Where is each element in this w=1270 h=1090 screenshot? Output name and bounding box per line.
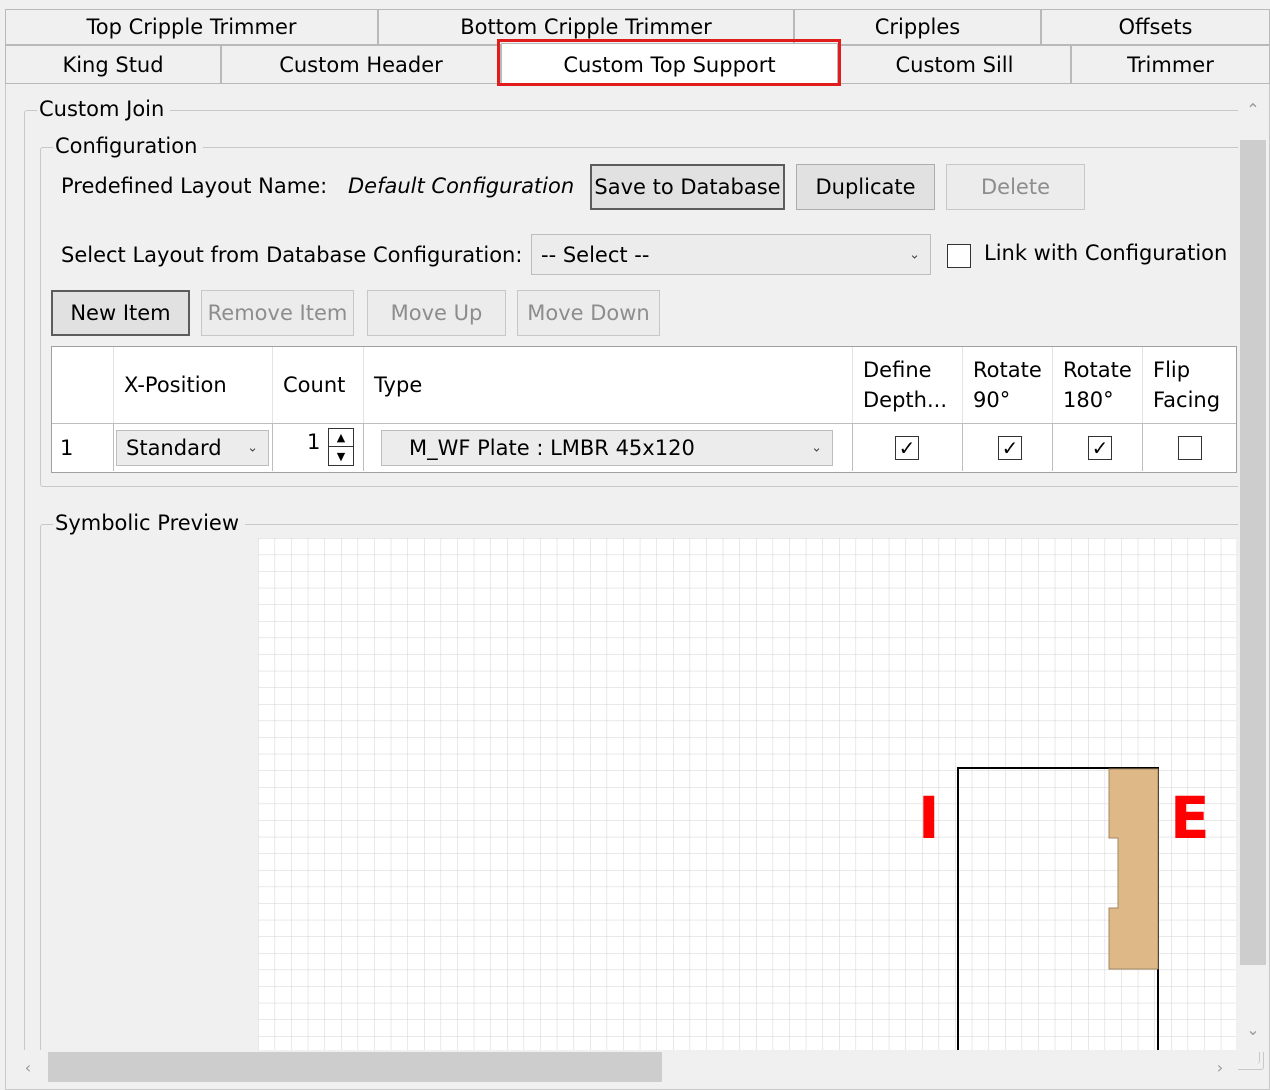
scroll-right-icon[interactable]: › [1202,1050,1238,1084]
tab-label: Custom Header [279,52,443,77]
header-line: Depth... [863,388,947,412]
header-rotate-180[interactable]: Rotate 180° [1053,347,1143,423]
move-down-button[interactable]: Move Down [517,290,660,336]
stepper-down-icon[interactable]: ▼ [329,447,353,465]
row-header-corner [52,347,114,423]
select-layout-dropdown[interactable]: -- Select -- ⌄ [531,234,931,275]
predefined-layout-label: Predefined Layout Name: [61,174,328,198]
tab-offsets[interactable]: Offsets [1041,9,1270,45]
active-tab-highlight [497,39,841,86]
tab-king-stud[interactable]: King Stud [5,45,221,84]
scroll-up-icon[interactable]: ⌃ [1238,92,1268,126]
header-line: 180° [1063,388,1114,412]
count-cell: 1 ▲ ▼ [273,423,364,471]
header-line: Rotate [1063,358,1132,382]
tab-label: Offsets [1118,15,1193,39]
row-index: 1 [52,423,114,471]
vertical-scrollbar[interactable]: ⌃ ⌄ [1238,92,1268,1052]
tab-label: Top Cripple Trimmer [86,15,297,39]
link-with-configuration-label: Link with Configuration [984,241,1228,265]
items-table[interactable]: X-Position Count Type Define Depth... Ro… [51,346,1237,473]
horizontal-scroll-thumb[interactable] [48,1052,662,1082]
chevron-down-icon: ⌄ [811,440,822,456]
link-with-configuration-checkbox[interactable] [947,244,971,268]
rotate-90-cell: ✓ [963,423,1053,471]
tab-custom-sill[interactable]: Custom Sill [838,45,1071,84]
delete-button[interactable]: Delete [946,164,1085,210]
horizontal-scrollbar[interactable]: ‹ › [10,1050,1238,1084]
chevron-down-icon: ⌄ [247,440,258,456]
define-depth-cell: ✓ [853,423,963,471]
tab-label: Trimmer [1127,52,1214,77]
tab-label: Cripples [874,15,961,39]
save-to-database-button[interactable]: Save to Database [590,164,785,210]
stepper-up-icon[interactable]: ▲ [329,429,353,447]
type-dropdown[interactable]: M_WF Plate : LMBR 45x120 ⌄ [381,430,833,466]
rotate-180-checkbox[interactable]: ✓ [1088,436,1112,460]
header-count[interactable]: Count [273,347,364,423]
header-flip-facing[interactable]: Flip Facing [1143,347,1236,423]
button-label: New Item [70,301,171,325]
configuration-legend: Configuration [53,134,204,158]
new-item-button[interactable]: New Item [51,290,190,336]
tab-trimmer[interactable]: Trimmer [1071,45,1270,84]
select-layout-label: Select Layout from Database Configuratio… [61,243,523,267]
scroll-down-icon[interactable]: ⌄ [1238,1012,1268,1046]
tab-custom-header[interactable]: Custom Header [221,45,501,84]
button-label: Move Up [390,301,483,325]
count-stepper[interactable]: ▲ ▼ [328,428,354,466]
type-cell: M_WF Plate : LMBR 45x120 ⌄ [364,423,853,471]
rotate-90-checkbox[interactable]: ✓ [998,436,1022,460]
flip-facing-cell [1143,423,1236,471]
header-x-position[interactable]: X-Position [114,347,273,423]
header-type[interactable]: Type [364,347,853,423]
move-up-button[interactable]: Move Up [367,290,506,336]
scroll-left-icon[interactable]: ‹ [10,1050,46,1084]
header-line: 90° [973,388,1011,412]
interior-label: I [918,784,940,852]
tab-label: King Stud [62,52,164,77]
count-value[interactable]: 1 [307,430,320,454]
flip-facing-checkbox[interactable] [1178,436,1202,460]
dropdown-value: Standard [126,436,222,460]
row-index-text: 1 [60,435,74,460]
button-label: Remove Item [207,301,348,325]
custom-join-legend: Custom Join [37,97,171,121]
x-position-dropdown[interactable]: Standard ⌄ [116,430,269,466]
button-label: Delete [981,175,1050,199]
header-line: Facing [1153,388,1221,412]
define-depth-checkbox[interactable]: ✓ [895,436,919,460]
header-line: Flip [1153,358,1191,382]
tab-label: Custom Sill [895,52,1014,77]
button-label: Move Down [527,301,650,325]
button-label: Save to Database [594,175,781,199]
symbolic-preview-legend: Symbolic Preview [53,511,246,535]
duplicate-button[interactable]: Duplicate [796,164,935,210]
remove-item-button[interactable]: Remove Item [201,290,354,336]
tab-top-cripple-trimmer[interactable]: Top Cripple Trimmer [5,9,378,45]
dropdown-value: -- Select -- [541,242,650,267]
vertical-scroll-thumb[interactable] [1240,140,1266,965]
button-label: Duplicate [815,175,916,199]
preview-grid-lines [258,538,1236,1050]
dropdown-value: M_WF Plate : LMBR 45x120 [409,436,695,460]
header-line: Rotate [973,358,1042,382]
header-define-depth[interactable]: Define Depth... [853,347,963,423]
chevron-down-icon: ⌄ [909,247,920,262]
tab-label: Bottom Cripple Trimmer [460,15,712,39]
header-line: Define [863,358,932,382]
header-rotate-90[interactable]: Rotate 90° [963,347,1053,423]
rotate-180-cell: ✓ [1053,423,1143,471]
symbolic-preview-canvas [258,538,1236,1050]
exterior-label: E [1170,784,1210,852]
x-position-cell: Standard ⌄ [114,423,273,471]
predefined-layout-value: Default Configuration [348,174,575,198]
